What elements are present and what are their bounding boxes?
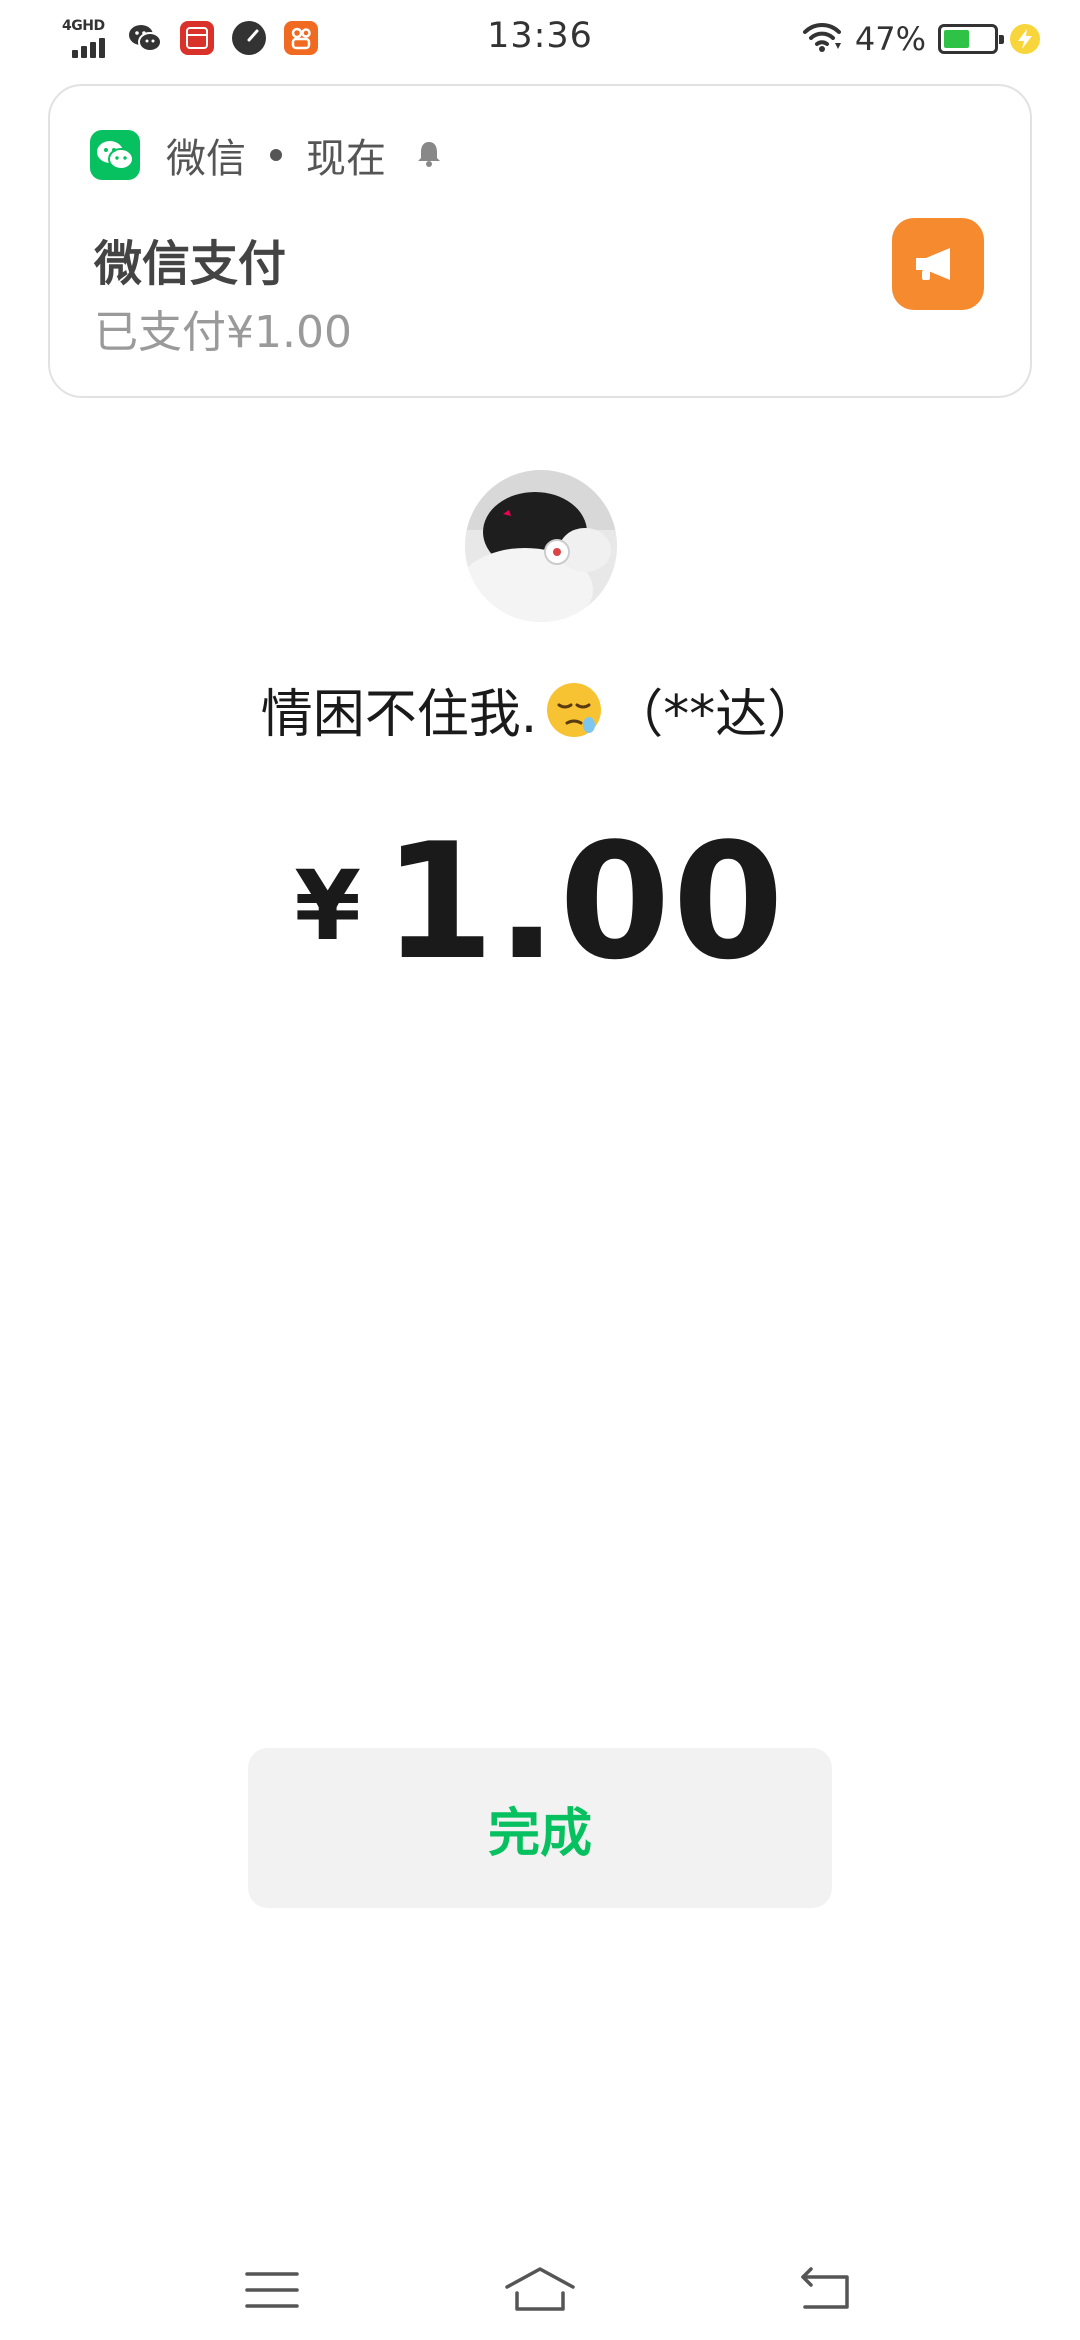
done-button[interactable]: 完成 <box>248 1748 832 1908</box>
bell-icon <box>416 139 442 171</box>
home-icon[interactable] <box>500 2260 580 2320</box>
wechat-app-icon <box>90 130 140 180</box>
notification-header: 微信 现在 <box>90 126 442 184</box>
battery-percent: 47% <box>854 20 926 58</box>
back-icon[interactable] <box>786 2260 866 2320</box>
megaphone-icon[interactable] <box>892 218 984 310</box>
payment-notification[interactable]: 微信 现在 微信支付 已支付¥1.00 <box>48 84 1032 398</box>
navigation-bar <box>0 2240 1080 2340</box>
battery-icon <box>938 24 1004 54</box>
menu-icon[interactable] <box>232 2260 312 2320</box>
notification-body: 已支付¥1.00 <box>94 307 352 358</box>
charging-icon <box>1010 24 1040 54</box>
amount-value: 1.00 <box>383 808 786 995</box>
currency-symbol: ¥ <box>294 850 362 962</box>
status-bar: 4GHD 13:36 47% <box>0 0 1080 84</box>
payee-avatar <box>465 470 617 622</box>
status-right-icons: 47% <box>801 20 1040 58</box>
payee-name: 情困不住我. （**达） <box>0 672 1080 747</box>
sleepy-face-icon <box>545 681 603 739</box>
wifi-icon <box>801 21 843 57</box>
notification-app-name: 微信 <box>166 136 246 182</box>
payee-real-name: （**达） <box>611 685 820 745</box>
notification-time: 现在 <box>306 136 386 182</box>
separator-dot <box>270 149 282 161</box>
payment-success-screen: 4GHD 13:36 47% 微信 现在 微信支付 已支付¥1.00 情困不住我… <box>0 0 1080 2340</box>
payment-amount: ¥ 1.00 <box>0 822 1080 982</box>
notification-title: 微信支付 <box>94 236 287 292</box>
payee-nickname: 情困不住我. <box>260 685 538 745</box>
